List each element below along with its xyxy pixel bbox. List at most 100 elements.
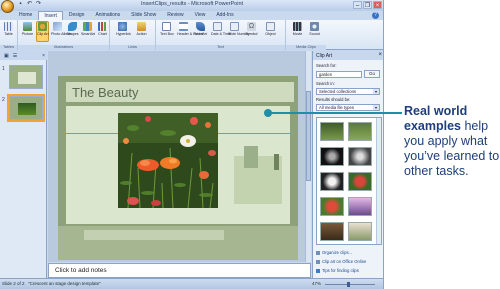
clip-result[interactable] [320,197,344,216]
clip-result[interactable] [320,172,344,191]
slide-canvas[interactable]: The Beauty [58,76,298,260]
scrollbar-thumb[interactable] [306,91,311,181]
clip-result[interactable] [348,172,372,191]
chevron-down-icon[interactable]: ▾ [373,105,379,110]
maximize-button[interactable]: ❐ [363,1,372,9]
search-in-dropdown[interactable]: Selected collections ▾ [316,88,380,95]
wordart-icon [196,22,205,31]
slide-number-1: 1 [2,66,5,72]
window-controls: – ❐ × [353,1,382,9]
slide-vertical-scrollbar[interactable] [305,51,311,262]
poppy-garden-image [118,113,218,208]
tab-insert[interactable]: Insert [38,11,63,20]
photo-album-icon [53,22,62,31]
zoom-slider-handle[interactable] [347,282,350,287]
clip-results-grid [316,117,382,245]
notes-placeholder: Click to add notes [55,267,107,274]
wordart-button[interactable]: WordArt [194,22,207,36]
clip-art-button[interactable]: Clip Art [36,21,49,42]
picture-button[interactable]: Picture [21,22,34,36]
tab-design[interactable]: Design [64,11,90,20]
tips-link[interactable]: Tips for finding clips [316,268,359,273]
tab-add-ins[interactable]: Add-Ins [211,11,238,20]
shapes-icon [68,22,77,31]
slide-counter: Slide 2 of 2 [2,281,25,286]
tab-slides[interactable]: ▣ [4,53,9,59]
clip-art-online-link[interactable]: Clip art on Office Online [316,259,366,264]
results-scrollbar[interactable] [376,118,381,244]
ribbon-group-links: Hyperlink Action Links [110,20,156,50]
clip-result[interactable] [348,122,372,141]
go-button[interactable]: Go [364,70,380,78]
clip-result[interactable] [348,197,372,216]
title-bar: ▪ ↶ ↷ InsertClips_results - Microsoft Po… [0,0,383,13]
zoom-level[interactable]: 47% [312,281,321,286]
hyperlink-button[interactable]: Hyperlink [116,22,131,36]
chart-button[interactable]: Chart [96,22,109,36]
clip-art-header: Clip Art × [313,51,383,60]
close-icon[interactable]: × [378,52,382,58]
clip-result[interactable] [320,147,344,166]
header-footer-button[interactable]: Header & Footer [177,22,204,36]
table-button[interactable]: Table [2,22,15,36]
clip-art-title: Clip Art [316,53,333,59]
omega-icon: Ω [247,22,256,31]
close-button[interactable]: × [373,1,382,9]
picture-icon [23,22,32,31]
clip-result[interactable] [320,122,344,141]
slide-number-2: 2 [2,97,5,103]
tab-slide-show[interactable]: Slide Show [126,11,161,20]
slide-thumbnail-2[interactable] [7,94,45,122]
chevron-down-icon[interactable]: ▾ [373,89,379,94]
ribbon-group-illustrations: Picture Clip Art Photo Album Shapes Smar… [18,20,110,50]
window-title: InsertClips_results - Microsoft PowerPoi… [140,1,244,7]
close-icon[interactable]: × [42,53,45,59]
header-footer-icon [179,22,188,31]
zoom-slider[interactable] [325,284,375,285]
organize-clips-link[interactable]: Organize clips... [316,250,352,255]
callout-line [268,112,402,114]
tab-animations[interactable]: Animations [90,11,125,20]
tab-home[interactable]: Home [14,11,37,20]
callout-bold: Real world examples [404,104,468,133]
slide-title[interactable]: The Beauty [72,85,139,100]
clip-art-task-pane: Clip Art × Search for: garden Go Search … [312,51,383,278]
slide-thumbnail-1[interactable] [9,65,43,89]
results-type-dropdown[interactable]: All media file types ▾ [316,104,380,111]
clip-result[interactable] [348,147,372,166]
object-button[interactable]: Object [264,22,277,36]
smartart-icon [83,22,92,31]
sound-button[interactable]: Sound [308,22,321,36]
symbol-button[interactable]: Ω Symbol [245,22,258,36]
text-box-button[interactable]: Text Box [160,22,174,36]
minimize-button[interactable]: – [353,1,362,9]
table-icon [4,22,13,31]
movie-icon [293,22,302,31]
results-label: Results should be: [316,97,351,102]
action-button[interactable]: Action [135,22,148,36]
search-input[interactable]: garden [316,71,362,78]
shapes-button[interactable]: Shapes [66,22,79,36]
slides-pane: ▣ ☰ × 1 2 [0,51,47,278]
bottom-stripe [84,230,224,240]
search-for-label: Search for: [316,63,337,68]
slide-number-button[interactable]: Slide Number [228,22,250,36]
tab-view[interactable]: View [190,11,211,20]
smartart-button[interactable]: SmartArt [81,22,95,36]
folder-icon [316,250,320,255]
help-icon[interactable]: ? [372,12,379,19]
slide-editing-area: The Beauty [48,51,305,262]
tab-review[interactable]: Review [162,11,188,20]
slide-number-icon [230,22,239,31]
movie-button[interactable]: Movie [291,22,304,36]
notes-pane[interactable]: Click to add notes [48,263,311,278]
help-icon [316,268,320,273]
callout-text: Real world examples help you apply what … [404,104,500,179]
clip-result[interactable] [320,222,344,241]
tab-outline[interactable]: ☰ [13,53,17,59]
date-time-button[interactable]: Date & Time [211,22,231,36]
chart-icon [98,22,107,31]
garden-photo[interactable] [118,113,218,208]
photo-album-button[interactable]: Photo Album [51,22,71,36]
clip-result[interactable] [348,222,372,241]
